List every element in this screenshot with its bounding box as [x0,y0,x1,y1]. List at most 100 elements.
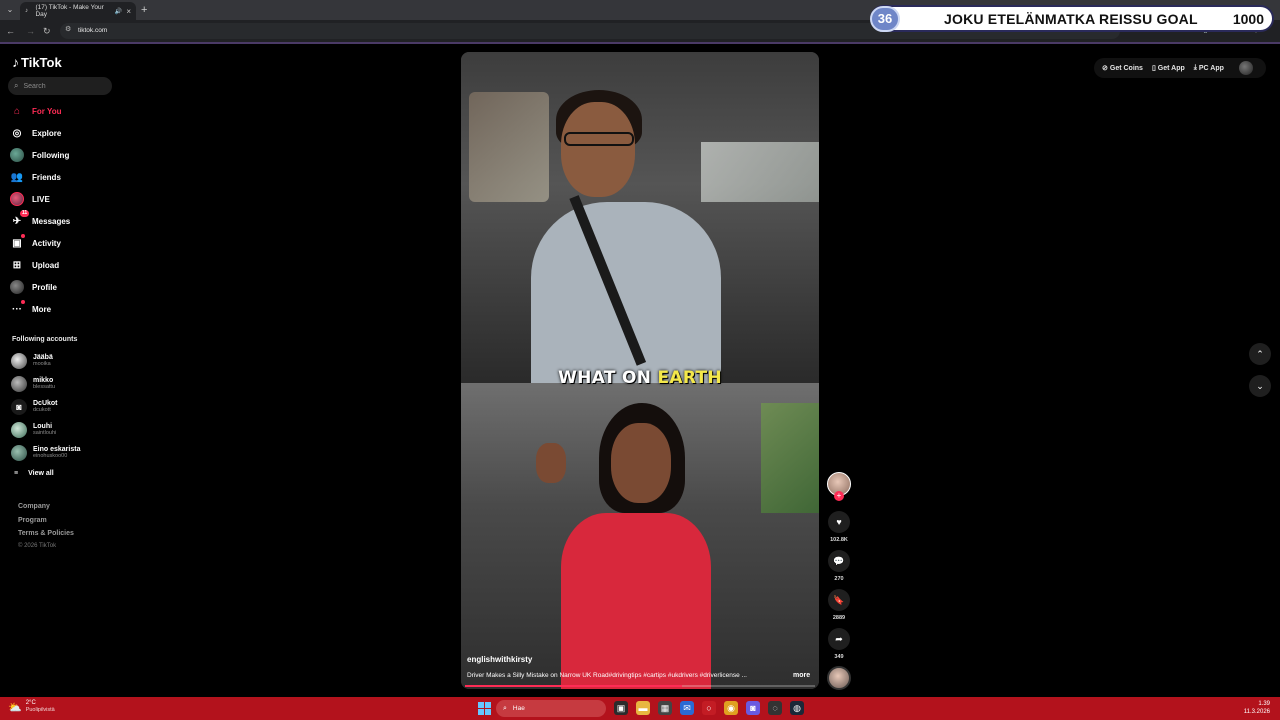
windows-start-icon[interactable] [478,702,491,715]
passenger-body [561,513,711,689]
video-progress-bar[interactable] [465,685,815,687]
share-arrow-icon[interactable]: ➦ [828,628,850,650]
clock-time: 1.39 [1258,701,1270,707]
follow-plus-icon[interactable]: + [834,491,844,501]
top-actions-bar: ⊘ Get Coins ▯ Get App ⤓ PC App [1094,58,1266,78]
chrome-icon[interactable]: ◉ [724,701,738,715]
following-avatar-icon [10,148,24,162]
account-handle: blessattu [33,384,56,390]
driver-head [561,102,635,197]
profile-avatar-icon [10,280,24,294]
weather-desc: Puolipilvistä [25,707,55,713]
site-info-icon[interactable]: ⚙ [65,25,71,33]
system-clock[interactable]: 1.39 11.3.2026 [1244,700,1270,716]
search-icon: ⌕ [14,81,19,90]
account-avatar [11,422,27,438]
following-accounts-title: Following accounts [12,336,78,343]
nav-more[interactable]: ··· More [10,300,51,317]
search-input[interactable] [23,82,104,90]
user-avatar[interactable] [1238,61,1253,75]
next-video-chevron-down-icon[interactable]: ⌄ [1249,375,1271,397]
more-dots-icon: ··· [10,300,25,316]
tiktok-logo[interactable]: ♪ TikTok [12,54,62,70]
comment-count: 270 [834,576,844,582]
get-coins-button[interactable]: ⊘ Get Coins [1102,64,1143,73]
store-icon[interactable]: ▦ [658,701,672,715]
description-more-button[interactable]: more [793,672,810,679]
nav-profile[interactable]: Profile [10,279,57,295]
caption-word-yellow: EARTH [657,368,722,388]
passenger-hand [536,443,566,483]
taskbar-search[interactable]: ⌕ Hae [496,700,606,717]
footer-program-link[interactable]: Program [18,517,47,524]
previous-video-chevron-up-icon[interactable]: ⌃ [1249,343,1271,365]
following-account[interactable]: Louhi saintlouhi [11,420,56,440]
task-view-icon[interactable]: ▣ [614,701,628,715]
account-avatar [11,353,27,369]
footer-company-link[interactable]: Company [18,503,50,510]
nav-messages-label: Messages [32,216,71,226]
obs-icon[interactable]: ◌ [768,701,782,715]
discord-avatar-icon: ◙ [11,399,27,415]
search-bar[interactable]: ⌕ [8,77,112,95]
back-icon[interactable]: ← [6,24,15,38]
account-handle: einohuskoo00 [33,453,68,459]
following-account[interactable]: Jääbä mooika [11,351,53,371]
discord-icon[interactable]: ◙ [746,701,760,715]
forward-icon[interactable]: → [26,24,35,38]
tab-search-dropdown[interactable]: ⌄ [4,4,16,16]
tiktok-favicon-icon: ♪ [25,7,28,14]
view-all-button[interactable]: ≡ View all [14,470,54,477]
driver-glasses [564,132,634,146]
view-all-label: View all [28,470,54,477]
footer-terms-link[interactable]: Terms & Policies [18,530,74,537]
following-account[interactable]: Eino eskarista einohuskoo00 [11,443,80,463]
comment-icon[interactable]: 💬 [828,550,850,572]
new-tab-button[interactable]: + [141,3,147,17]
nav-explore[interactable]: ◎ Explore [10,125,62,141]
nav-friends-label: Friends [32,172,61,182]
save-count: 2889 [832,615,846,621]
following-account[interactable]: mikko blessattu [11,374,55,394]
nav-for-you[interactable]: ⌂ For You [10,103,62,119]
opera-icon[interactable]: ○ [702,701,716,715]
music-disc-avatar[interactable] [827,666,851,690]
account-handle: dcukott [33,407,51,413]
audio-playing-icon[interactable]: 🔊 [115,8,122,15]
account-handle: mooika [33,361,51,367]
account-name: mikko [33,377,54,384]
get-app-button[interactable]: ▯ Get App [1152,64,1185,73]
bookmark-icon[interactable]: 🔖 [828,589,850,611]
like-count: 102.8K [830,537,848,543]
nav-following[interactable]: Following [10,147,69,163]
pc-app-button[interactable]: ⤓ PC App [1194,64,1224,72]
nav-live[interactable]: LIVE [10,191,50,207]
nav-upload[interactable]: ⊞ Upload [10,257,59,273]
steam-icon[interactable]: ◍ [790,701,804,715]
nav-messages[interactable]: ✈ 11 Messages [10,210,71,229]
reload-icon[interactable]: ↻ [43,24,51,38]
clock-date: 11.3.2026 [1243,709,1270,715]
coin-icon: ⊘ [1102,65,1108,72]
nav-friends[interactable]: 👥 Friends [10,169,61,185]
browser-tab-tiktok[interactable]: ♪ (17) TikTok - Make Your Day 🔊 × [20,2,136,20]
file-explorer-icon[interactable]: ▬ [636,701,650,715]
tab-close-button[interactable]: × [126,7,131,16]
video-description: Driver Makes a Silly Mistake on Narrow U… [467,672,747,679]
toolbar-divider [0,42,1280,44]
account-avatar [11,445,27,461]
like-heart-icon[interactable]: ♥ [828,511,850,533]
account-name: Jääbä [33,354,53,361]
nav-activity[interactable]: ▣ Activity [10,234,61,251]
more-dot [21,300,25,304]
weather-temp: 2°C [25,700,36,706]
account-avatar [11,376,27,392]
driver-body [531,202,721,392]
video-author[interactable]: englishwithkirsty [467,655,532,664]
url-text: tiktok.com [78,27,108,34]
following-account[interactable]: ◙ DcUkot dcukott [11,397,58,417]
mail-icon[interactable]: ✉ [680,701,694,715]
upload-plus-icon: ⊞ [12,259,22,271]
weather-widget[interactable]: ⛅ 2°C Puolipilvistä [8,700,55,714]
video-player[interactable]: WHAT ON EARTH englishwithkirsty Driver M… [461,52,819,689]
